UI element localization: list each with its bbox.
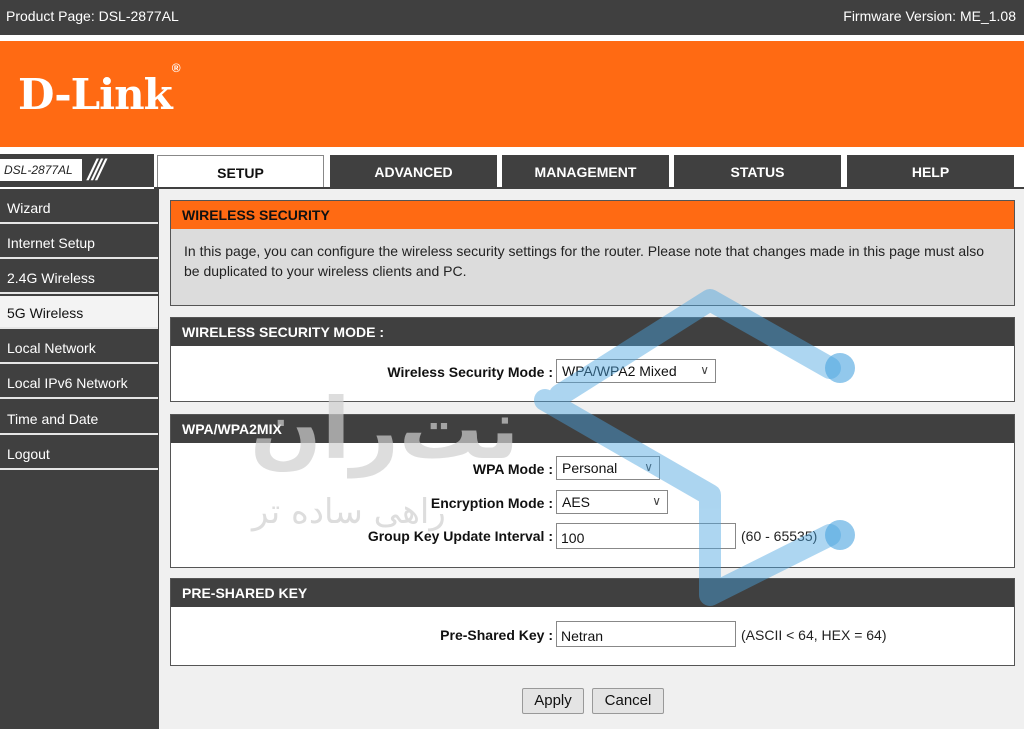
wireless-security-intro: WIRELESS SECURITY In this page, you can … bbox=[170, 200, 1015, 306]
brand-banner: D-Link® bbox=[0, 41, 1024, 147]
section-title: PRE-SHARED KEY bbox=[171, 579, 1014, 607]
pre-shared-key-section: PRE-SHARED KEY Pre-Shared Key : (ASCII <… bbox=[170, 578, 1015, 666]
security-mode-label: Wireless Security Mode : bbox=[387, 364, 553, 380]
main-navigation: DSL-2877AL /// SETUP ADVANCED MANAGEMENT… bbox=[0, 153, 1024, 189]
chevron-down-icon: ∨ bbox=[652, 494, 661, 508]
intro-text: In this page, you can configure the wire… bbox=[171, 229, 1014, 305]
dlink-logo: D-Link® bbox=[18, 61, 181, 119]
tab-help[interactable]: HELP bbox=[847, 155, 1014, 187]
wpa-mode-select[interactable]: Personal ∨ bbox=[556, 456, 660, 480]
section-title: WIRELESS SECURITY MODE : bbox=[171, 318, 1014, 346]
chevron-down-icon: ∨ bbox=[700, 363, 709, 377]
tab-management[interactable]: MANAGEMENT bbox=[502, 155, 669, 187]
tab-advanced[interactable]: ADVANCED bbox=[330, 155, 497, 187]
chevron-down-icon: ∨ bbox=[644, 460, 653, 474]
sidebar-item-2-4g-wireless[interactable]: 2.4G Wireless bbox=[0, 261, 158, 294]
sidebar-item-internet-setup[interactable]: Internet Setup bbox=[0, 226, 158, 259]
sidebar-item-local-network[interactable]: Local Network bbox=[0, 331, 158, 364]
group-key-interval-input[interactable] bbox=[556, 523, 736, 549]
pre-shared-key-hint: (ASCII < 64, HEX = 64) bbox=[741, 627, 887, 643]
watermark-subtext: راهی ساده تر bbox=[252, 492, 446, 532]
sidebar-item-wizard[interactable]: Wizard bbox=[0, 191, 158, 224]
tab-setup[interactable]: SETUP bbox=[157, 155, 324, 187]
top-bar: Product Page: DSL-2877AL Firmware Versio… bbox=[0, 0, 1024, 35]
watermark-text: نت‌ران bbox=[250, 380, 520, 478]
security-mode-select[interactable]: WPA/WPA2 Mixed ∨ bbox=[556, 359, 716, 383]
cancel-button[interactable]: Cancel bbox=[592, 688, 664, 714]
sidebar-item-time-and-date[interactable]: Time and Date bbox=[0, 402, 158, 435]
firmware-version-label: Firmware Version: ME_1.08 bbox=[843, 8, 1016, 24]
sidebar-item-logout[interactable]: Logout bbox=[0, 437, 158, 470]
apply-button[interactable]: Apply bbox=[522, 688, 584, 714]
encryption-mode-value: AES bbox=[562, 494, 591, 510]
pre-shared-key-label: Pre-Shared Key : bbox=[440, 627, 553, 643]
tab-status[interactable]: STATUS bbox=[674, 155, 841, 187]
security-mode-value: WPA/WPA2 Mixed bbox=[562, 363, 677, 379]
product-page-label: Product Page: DSL-2877AL bbox=[6, 8, 179, 24]
sidebar-item-5g-wireless[interactable]: 5G Wireless bbox=[0, 296, 158, 329]
wpa-mode-value: Personal bbox=[562, 460, 618, 476]
group-key-interval-hint: (60 - 65535) bbox=[741, 528, 818, 544]
decorative-slashes: /// bbox=[88, 154, 105, 187]
model-label: DSL-2877AL bbox=[0, 159, 82, 181]
model-badge: DSL-2877AL /// bbox=[0, 154, 154, 187]
encryption-mode-select[interactable]: AES ∨ bbox=[556, 490, 668, 514]
section-title: WIRELESS SECURITY bbox=[171, 201, 1014, 229]
pre-shared-key-input[interactable] bbox=[556, 621, 736, 647]
sidebar: Wizard Internet Setup 2.4G Wireless 5G W… bbox=[0, 189, 159, 729]
sidebar-item-local-ipv6-network[interactable]: Local IPv6 Network bbox=[0, 366, 158, 399]
